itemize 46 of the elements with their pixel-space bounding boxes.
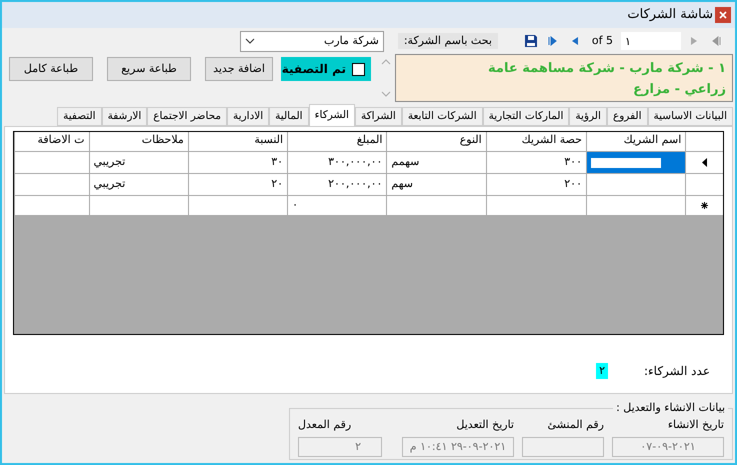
previous-icon <box>690 36 698 46</box>
tab[interactable]: الرؤية <box>569 107 607 126</box>
tab[interactable]: الشركات التابعة <box>402 107 483 126</box>
audit-field[interactable]: ٢ <box>298 437 382 457</box>
tab[interactable]: التصفية <box>57 107 102 126</box>
partners-count-value: ٢ <box>596 362 608 380</box>
tab[interactable]: الفروع <box>606 107 648 126</box>
company-info-line: زراعي - مزارع <box>632 81 726 99</box>
tab[interactable]: الادارية <box>227 107 270 126</box>
company-info-line: ١ - شركة مارب - شركة مساهمة عامة <box>487 60 726 78</box>
tab[interactable]: الشراكة <box>354 107 402 126</box>
table-cell: ٠ <box>287 196 386 215</box>
close-icon <box>719 11 727 19</box>
record-count: of 5 <box>592 32 613 49</box>
audit-label: تاريخ الانشاء <box>668 416 724 433</box>
audit-label: تاريخ التعديل <box>456 416 514 433</box>
tab[interactable]: الارشفة <box>102 107 148 126</box>
action-button[interactable]: اضافة جديد <box>205 57 273 81</box>
audit-field[interactable] <box>522 437 604 457</box>
save-icon <box>524 35 537 47</box>
audit-title: بيانات الانشاء والتعديل : <box>615 400 726 416</box>
redacted-name <box>590 158 661 168</box>
liquidated-checkbox[interactable]: تم التصفية <box>281 57 371 81</box>
last-icon <box>548 36 558 46</box>
audit-field[interactable]: ٢٠٢١-٠٩-٢٩ ١٠:٤١ م <box>402 437 514 457</box>
company-search-dropdown[interactable]: شركة مارب <box>240 30 384 52</box>
audit-field[interactable]: ٢٠٢١-٠٩-٠٧ <box>612 437 724 457</box>
current-row-icon <box>702 158 708 167</box>
tab[interactable]: البيانات الاساسية <box>648 107 733 126</box>
search-label: بحث باسم الشركة: <box>398 32 498 50</box>
window-title: شاشة الشركات <box>627 6 713 24</box>
action-button[interactable]: طباعة كامل <box>9 57 93 81</box>
audit-label: رقم المعدل <box>298 416 352 433</box>
audit-label: رقم المنشئ <box>548 416 604 433</box>
tab[interactable]: الشركاء <box>308 104 355 126</box>
partners-count-label: عدد الشركاء: <box>644 363 710 380</box>
new-row-icon <box>701 202 708 209</box>
chevron-icon <box>244 38 255 44</box>
action-button[interactable]: طباعة سريع <box>107 57 191 81</box>
tab[interactable]: محاضر الاجتماع <box>147 107 228 126</box>
record-position-field[interactable]: ١ <box>621 32 681 50</box>
next-icon <box>570 36 579 46</box>
first-icon <box>711 36 721 46</box>
tab[interactable]: الماركات التجارية <box>482 107 570 126</box>
tab[interactable]: المالية <box>269 107 309 126</box>
close-button[interactable] <box>715 7 731 23</box>
